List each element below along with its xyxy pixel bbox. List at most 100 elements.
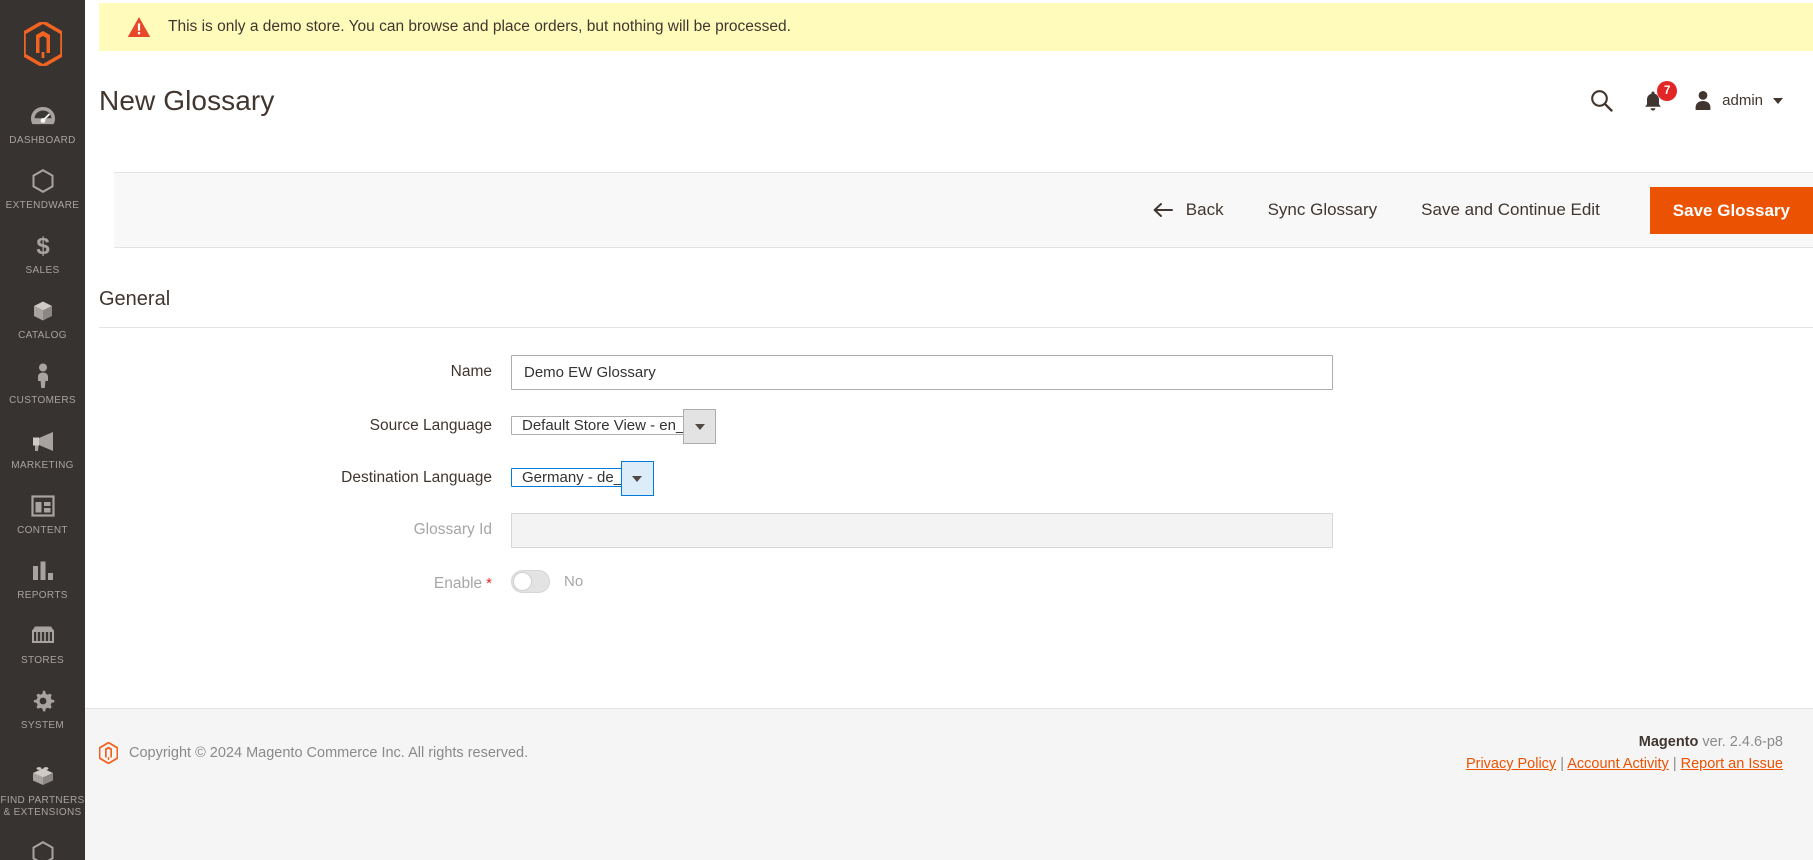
sidebar-item-label: REPORTS: [17, 590, 68, 601]
version-brand: Magento: [1638, 734, 1699, 750]
sidebar-item-label: STORES: [20, 655, 65, 666]
sidebar-item-stores[interactable]: STORES: [0, 612, 85, 677]
enable-state-label: No: [564, 573, 584, 590]
user-menu[interactable]: admin: [1693, 90, 1783, 111]
footer-copyright-block: Copyright © 2024 Magento Commerce Inc. A…: [99, 742, 528, 764]
field-row-glossary-id: Glossary Id: [85, 513, 1813, 548]
chevron-down-icon[interactable]: [620, 461, 654, 496]
sidebar-item-catalog[interactable]: CATALOG: [0, 287, 85, 352]
footer-link-separator: |: [1560, 756, 1564, 772]
sidebar-item-label: SALES: [25, 265, 60, 276]
destination-language-select[interactable]: Germany - de_DE: [511, 461, 654, 496]
account-activity-link[interactable]: Account Activity: [1567, 756, 1669, 772]
magento-logo-icon: [99, 742, 118, 764]
header-tools: 7 admin: [1590, 80, 1783, 112]
sidebar-item-dashboard[interactable]: DASHBOARD: [0, 92, 85, 157]
storefront-icon: [30, 623, 56, 649]
sidebar-item-label: EXTENDWARE: [5, 200, 80, 211]
name-input[interactable]: [511, 355, 1333, 390]
sidebar-item-extendware[interactable]: EXTENDWARE: [0, 157, 85, 222]
name-label: Name: [450, 363, 492, 380]
save-and-continue-edit-button[interactable]: Save and Continue Edit: [1399, 200, 1622, 220]
main-content: This is only a demo store. You can brows…: [85, 0, 1813, 860]
destination-language-control: Germany - de_DE: [511, 461, 1813, 496]
field-row-name: Name: [85, 355, 1813, 390]
required-marker: *: [486, 575, 492, 592]
notifications-count-badge: 7: [1657, 80, 1678, 101]
source-language-control: Default Store View - en_US: [511, 409, 1813, 444]
sidebar-item-label: FIND PARTNERS & EXTENSIONS: [0, 795, 85, 818]
chevron-down-icon: [1773, 97, 1783, 104]
dollar-icon: $: [30, 233, 56, 259]
field-row-enable: Enable * No: [85, 567, 1813, 593]
sidebar-item-reports[interactable]: REPORTS: [0, 547, 85, 612]
field-row-source-language: Source Language Default Store View - en_…: [85, 409, 1813, 444]
source-language-label: Source Language: [369, 417, 492, 434]
copyright-text: Copyright © 2024 Magento Commerce Inc. A…: [129, 745, 529, 761]
destination-language-label: Destination Language: [341, 469, 492, 486]
admin-page: DASHBOARD EXTENDWARE $ SALES CATALOG CUS…: [0, 0, 1813, 860]
footer-links: Privacy Policy | Account Activity | Repo…: [1466, 756, 1783, 772]
user-avatar-icon: [1695, 91, 1711, 110]
page-title: New Glossary: [99, 85, 275, 116]
sidebar: DASHBOARD EXTENDWARE $ SALES CATALOG CUS…: [0, 0, 85, 860]
glossary-id-control: [511, 513, 1813, 548]
back-button[interactable]: Back: [1131, 200, 1246, 220]
demo-store-notice-text: This is only a demo store. You can brows…: [168, 18, 791, 35]
page-footer: Copyright © 2024 Magento Commerce Inc. A…: [85, 708, 1813, 860]
enable-toggle[interactable]: [511, 570, 550, 593]
glossary-id-input: [511, 513, 1333, 548]
page-header: New Glossary 7 admin: [85, 51, 1813, 136]
warning-triangle-icon: [127, 17, 151, 37]
source-language-select[interactable]: Default Store View - en_US: [511, 409, 717, 444]
sidebar-item-system[interactable]: SYSTEM: [0, 677, 85, 742]
glossary-id-label: Glossary Id: [413, 521, 492, 538]
enable-toggle-row: No: [511, 567, 1813, 593]
save-glossary-button[interactable]: Save Glossary: [1649, 186, 1813, 234]
toggle-knob: [513, 572, 532, 591]
field-row-destination-language: Destination Language Germany - de_DE: [85, 461, 1813, 496]
footer-meta-block: Magento ver. 2.4.6-p8 Privacy Policy | A…: [1466, 734, 1783, 772]
layout-icon: [30, 493, 56, 519]
magento-logo-icon: [23, 22, 62, 66]
user-menu-label: admin: [1722, 92, 1763, 109]
version-line: Magento ver. 2.4.6-p8: [1466, 734, 1783, 750]
sidebar-item-label: SYSTEM: [20, 720, 65, 731]
sidebar-item-content[interactable]: CONTENT: [0, 482, 85, 547]
report-an-issue-link[interactable]: Report an Issue: [1681, 756, 1783, 772]
svg-text:$: $: [36, 233, 50, 259]
sidebar-item-label: MARKETING: [11, 460, 74, 471]
chevron-down-icon[interactable]: [683, 409, 717, 444]
sidebar-item-label: CONTENT: [17, 525, 68, 536]
sidebar-item-label: CATALOG: [18, 330, 67, 341]
hexagon-icon: [30, 840, 56, 860]
sidebar-item-label: CUSTOMERS: [9, 395, 76, 406]
demo-store-notice: This is only a demo store. You can brows…: [99, 3, 1813, 51]
enable-control: No: [511, 567, 1813, 593]
arrow-left-icon: [1153, 203, 1173, 217]
version-number: ver. 2.4.6-p8: [1698, 734, 1783, 750]
privacy-policy-link[interactable]: Privacy Policy: [1466, 756, 1556, 772]
glossary-form: Name Source Language Default Store View …: [85, 355, 1813, 612]
sidebar-logo[interactable]: [0, 8, 85, 84]
hexagon-icon: [30, 168, 56, 194]
lego-brick-icon: [30, 763, 56, 789]
section-divider: [99, 327, 1813, 328]
sidebar-item-marketing[interactable]: MARKETING: [0, 417, 85, 482]
sidebar-item-webvision[interactable]: WEBVISION: [0, 829, 85, 860]
sidebar-item-customers[interactable]: CUSTOMERS: [0, 352, 85, 417]
sidebar-item-find-partners[interactable]: FIND PARTNERS & EXTENSIONS: [0, 752, 85, 829]
sidebar-item-sales[interactable]: $ SALES: [0, 222, 85, 287]
sidebar-item-label: DASHBOARD: [9, 135, 76, 146]
box-icon: [30, 298, 56, 324]
enable-label-text: Enable: [433, 575, 483, 592]
megaphone-icon: [30, 428, 56, 454]
sync-glossary-button[interactable]: Sync Glossary: [1246, 200, 1400, 220]
notifications-bell[interactable]: 7: [1643, 80, 1678, 112]
dashboard-gauge-icon: [30, 103, 56, 129]
bar-chart-icon: [30, 558, 56, 584]
search-icon[interactable]: [1590, 89, 1613, 112]
page-actions-toolbar: Back Sync Glossary Save and Continue Edi…: [114, 172, 1813, 248]
section-title-general: General: [99, 288, 171, 310]
enable-label: Enable *: [85, 567, 511, 593]
